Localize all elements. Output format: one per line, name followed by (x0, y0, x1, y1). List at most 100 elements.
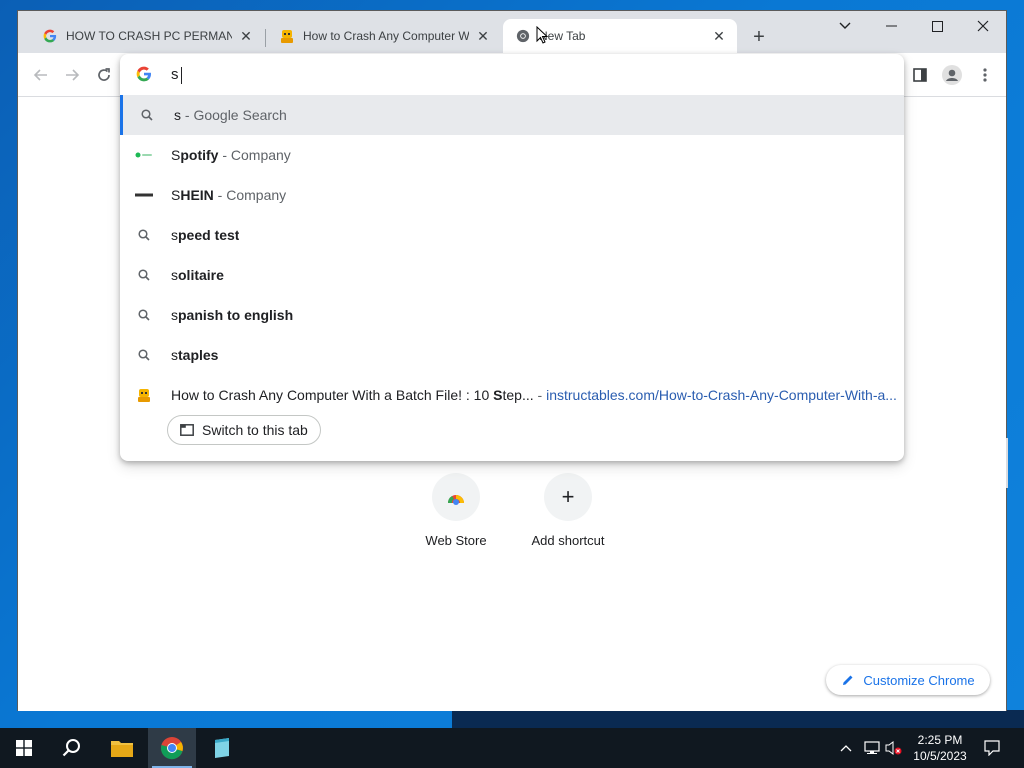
suggestion-typed: s (171, 347, 178, 363)
tab-search-button[interactable] (822, 11, 868, 41)
suggestion-completion: olitaire (178, 267, 224, 283)
shortcut-add[interactable]: + Add shortcut (518, 473, 618, 548)
suggestion-completion: HEIN (180, 187, 214, 203)
action-center-button[interactable] (980, 728, 1004, 768)
tab-match-title: How to Crash Any Computer With a Batch F… (171, 387, 494, 403)
page-edge (1006, 438, 1008, 488)
suggestion-speed-test[interactable]: speed test (120, 215, 904, 255)
folder-icon (111, 741, 133, 757)
spotify-logo (135, 146, 153, 164)
taskbar-clock[interactable]: 2:25 PM 10/5/2023 (905, 732, 975, 764)
clock-date: 10/5/2023 (913, 749, 967, 763)
suggestion-staples[interactable]: staples (120, 335, 904, 375)
suggestion-suffix: - Company (213, 187, 287, 203)
close-icon[interactable]: ✕ (238, 28, 254, 44)
taskbar-chrome[interactable] (148, 728, 196, 768)
suggestion-text: s (174, 107, 181, 123)
chrome-icon (160, 737, 183, 760)
suggestion-typed: S (171, 147, 181, 163)
start-button[interactable] (0, 728, 48, 768)
back-button[interactable] (29, 63, 53, 87)
search-icon (135, 306, 153, 324)
search-icon (138, 106, 156, 124)
plus-icon: + (544, 473, 592, 521)
omnibox-input-row[interactable]: s (120, 54, 904, 94)
menu-button[interactable] (973, 63, 997, 87)
taskbar-notepad[interactable] (198, 728, 246, 768)
profile-avatar-icon (942, 65, 962, 85)
suggestion-completion: potify (180, 147, 219, 163)
plus-icon: + (753, 25, 765, 48)
tab-title: How to Crash Any Computer With (303, 29, 469, 43)
close-icon[interactable]: ✕ (475, 28, 491, 44)
instructables-robot-icon (279, 28, 295, 44)
reload-button[interactable] (92, 63, 116, 87)
search-button[interactable] (48, 728, 96, 768)
mouse-cursor-icon (536, 25, 549, 47)
suggestion-spanish-to-english[interactable]: spanish to english (120, 295, 904, 335)
close-icon (977, 20, 989, 32)
kebab-menu-icon (983, 68, 987, 82)
show-hidden-icons-button[interactable] (838, 728, 854, 768)
customize-label: Customize Chrome (863, 672, 975, 688)
google-g-icon (136, 66, 152, 82)
maximize-button[interactable] (914, 11, 960, 41)
shein-logo (135, 186, 153, 204)
windows-logo-icon (16, 740, 32, 756)
shortcut-label: Web Store (425, 533, 487, 548)
windows-taskbar: 2:25 PM 10/5/2023 (0, 728, 1024, 768)
suggestion-solitaire[interactable]: solitaire (120, 255, 904, 295)
notepad-icon (215, 738, 229, 758)
search-icon (135, 266, 153, 284)
volume-status[interactable] (884, 728, 904, 768)
forward-button[interactable] (60, 63, 84, 87)
tab-match-title-rest: tep... (502, 387, 534, 403)
desktop-dark-strip (452, 710, 1024, 728)
suggestion-google-search[interactable]: s - Google Search (120, 95, 904, 135)
omnibox-value: s (171, 66, 179, 83)
close-icon[interactable]: ✕ (711, 28, 727, 44)
search-icon (135, 346, 153, 364)
pencil-icon (843, 675, 853, 685)
close-window-button[interactable] (960, 11, 1006, 41)
chrome-icon (515, 28, 531, 44)
suggestion-suffix: - Company (218, 147, 291, 163)
chevron-up-icon (840, 745, 852, 752)
forward-arrow-icon (66, 69, 80, 81)
suggestion-spotify[interactable]: Spotify - Company (120, 135, 904, 175)
search-icon (135, 226, 153, 244)
tab-match-url: instructables.com/How-to-Crash-Any-Compu… (546, 387, 897, 403)
network-status[interactable] (862, 728, 882, 768)
tab-strip: HOW TO CRASH PC PERMANENTLY ✕ How to Cra… (18, 11, 1006, 53)
suggestion-shein[interactable]: SHEIN - Company (120, 175, 904, 215)
tab-separator (265, 29, 266, 47)
tab-how-to-crash-pc[interactable]: HOW TO CRASH PC PERMANENTLY ✕ (30, 19, 264, 53)
back-arrow-icon (33, 69, 47, 81)
instructables-robot-icon (135, 386, 153, 404)
side-panel-button[interactable] (908, 63, 932, 87)
volume-muted-icon (885, 741, 902, 755)
switch-to-tab-button[interactable]: Switch to this tab (167, 415, 321, 445)
customize-chrome-button[interactable]: Customize Chrome (826, 665, 990, 695)
suggestion-completion: panish to english (178, 307, 294, 323)
suggestion-open-tab-match[interactable]: How to Crash Any Computer With a Batch F… (120, 375, 904, 415)
minimize-button[interactable] (868, 11, 914, 41)
tab-match-separator: - (533, 387, 547, 403)
suggestion-suffix: - Google Search (181, 107, 287, 123)
text-caret (180, 66, 182, 84)
omnibox-dropdown: s s - Google Search Spotify - Company SH… (120, 54, 904, 461)
taskbar-file-explorer[interactable] (98, 728, 146, 768)
google-g-icon (42, 28, 58, 44)
shortcut-web-store[interactable]: Web Store (406, 473, 506, 548)
suggestion-completion: taples (178, 347, 219, 363)
profile-button[interactable] (940, 63, 964, 87)
omnibox-input[interactable]: s (171, 65, 182, 85)
suggestion-typed: S (171, 187, 181, 203)
maximize-icon (931, 20, 943, 32)
new-tab-button[interactable]: + (746, 24, 772, 50)
tab-how-to-crash-any-computer[interactable]: How to Crash Any Computer With ✕ (267, 19, 501, 53)
tab-title: HOW TO CRASH PC PERMANENTLY (66, 29, 232, 43)
web-store-icon (432, 473, 480, 521)
minimize-icon (885, 25, 897, 27)
suggestion-typed: s (171, 227, 178, 243)
